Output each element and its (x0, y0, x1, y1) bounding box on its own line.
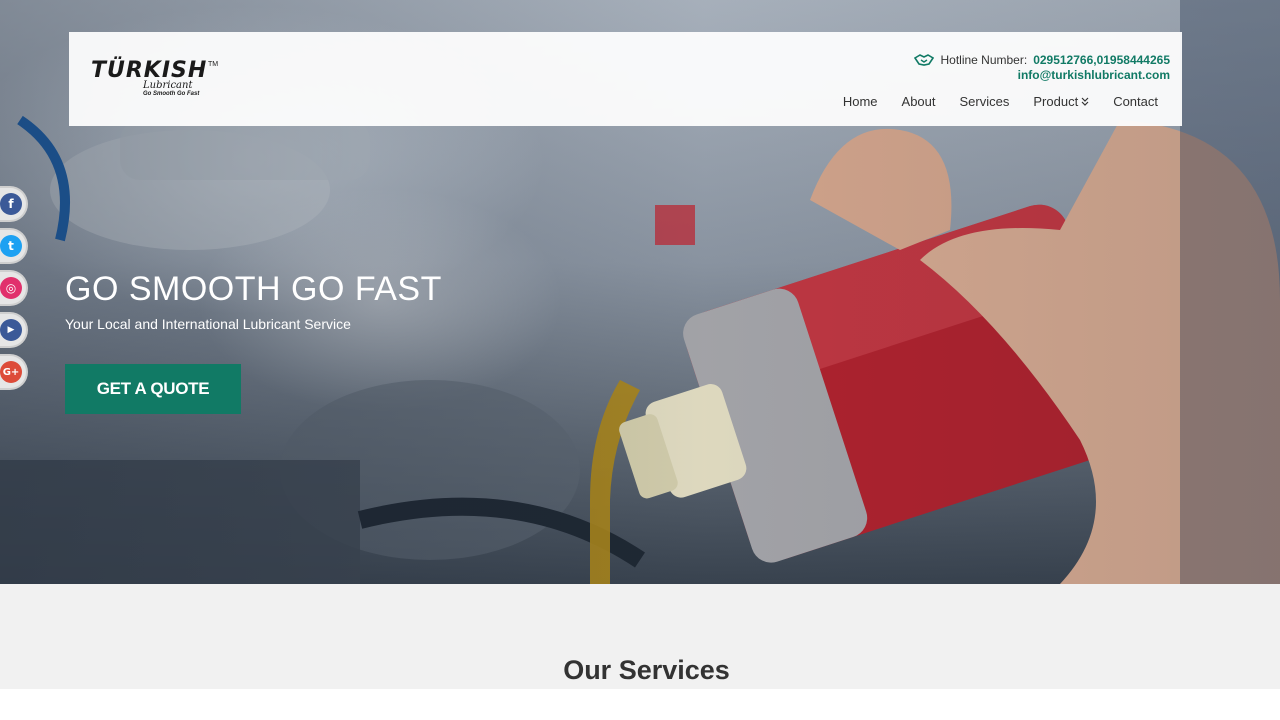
brand-logo[interactable]: TÜRKISH TM Lubricant Go Smooth Go Fast (91, 58, 221, 102)
logo-subtitle: Lubricant (143, 80, 193, 91)
services-section (0, 689, 1280, 720)
hotline-label: Hotline Number: (940, 53, 1028, 67)
services-heading: Our Services (563, 655, 730, 685)
nav-services[interactable]: Services (960, 94, 1010, 109)
youtube-icon: ▶ (0, 319, 22, 341)
hero-subtitle: Your Local and International Lubricant S… (65, 316, 351, 332)
nav-contact[interactable]: Contact (1113, 94, 1158, 109)
google-plus-icon: G+ (0, 361, 22, 383)
logo-trademark: TM (208, 61, 219, 68)
nav-product-label: Product (1033, 94, 1079, 109)
logo-tagline: Go Smooth Go Fast (143, 91, 200, 97)
nav-home-label: Home (842, 94, 878, 109)
nav-about-label: About (901, 94, 936, 109)
hotline: Hotline Number: 029512766,01958444265 (914, 52, 1170, 68)
twitter-icon: t (0, 235, 22, 257)
facebook-icon: f (0, 193, 22, 215)
hotline-number[interactable]: 029512766,01958444265 (1033, 53, 1170, 67)
handshake-icon (914, 54, 935, 66)
get-a-quote-button[interactable]: GET A QUOTE (65, 364, 241, 414)
double-chevron-down-icon (1081, 97, 1089, 106)
nav-services-label: Services (959, 94, 1010, 109)
hero-title: GO SMOOTH GO FAST (65, 270, 442, 308)
nav-contact-label: Contact (1113, 94, 1158, 109)
site-header: TÜRKISH TM Lubricant Go Smooth Go Fast H… (69, 32, 1182, 126)
instagram-icon: ◎ (0, 277, 22, 299)
nav-product[interactable]: Product (1033, 94, 1089, 109)
nav-about[interactable]: About (902, 94, 936, 109)
contact-info: Hotline Number: 029512766,01958444265 in… (914, 52, 1170, 82)
email-link[interactable]: info@turkishlubricant.com (914, 68, 1170, 82)
nav-home[interactable]: Home (843, 94, 878, 109)
main-nav: Home About Services Product Contact (843, 94, 1158, 109)
